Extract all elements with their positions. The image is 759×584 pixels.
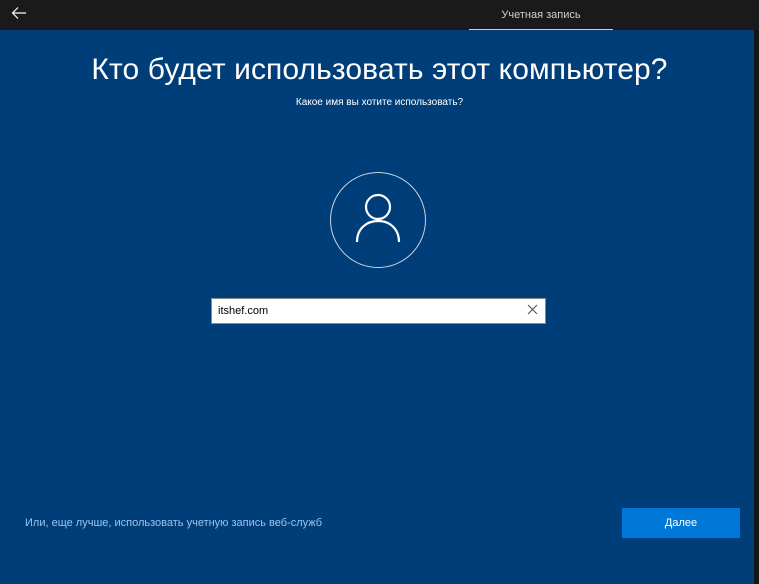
- back-button[interactable]: [6, 2, 32, 28]
- avatar: [330, 172, 426, 268]
- back-arrow-icon: [11, 6, 27, 25]
- close-icon: [527, 302, 538, 320]
- online-account-link[interactable]: Или, еще лучше, использовать учетную зап…: [25, 517, 322, 529]
- next-button[interactable]: Далее: [622, 508, 740, 538]
- oobe-window: Учетная запись Кто будет использовать эт…: [0, 0, 759, 584]
- tab-account[interactable]: Учетная запись: [469, 0, 613, 30]
- username-input[interactable]: [212, 299, 518, 323]
- window-edge: [754, 30, 759, 584]
- page-subtitle: Какое имя вы хотите использовать?: [295, 97, 464, 108]
- username-field: [211, 298, 546, 324]
- user-icon: [354, 192, 402, 249]
- clear-button[interactable]: [525, 304, 539, 318]
- top-bar: Учетная запись: [0, 0, 759, 30]
- page-title: Кто будет использовать этот компьютер?: [91, 53, 668, 86]
- tab-account-label: Учетная запись: [501, 9, 581, 21]
